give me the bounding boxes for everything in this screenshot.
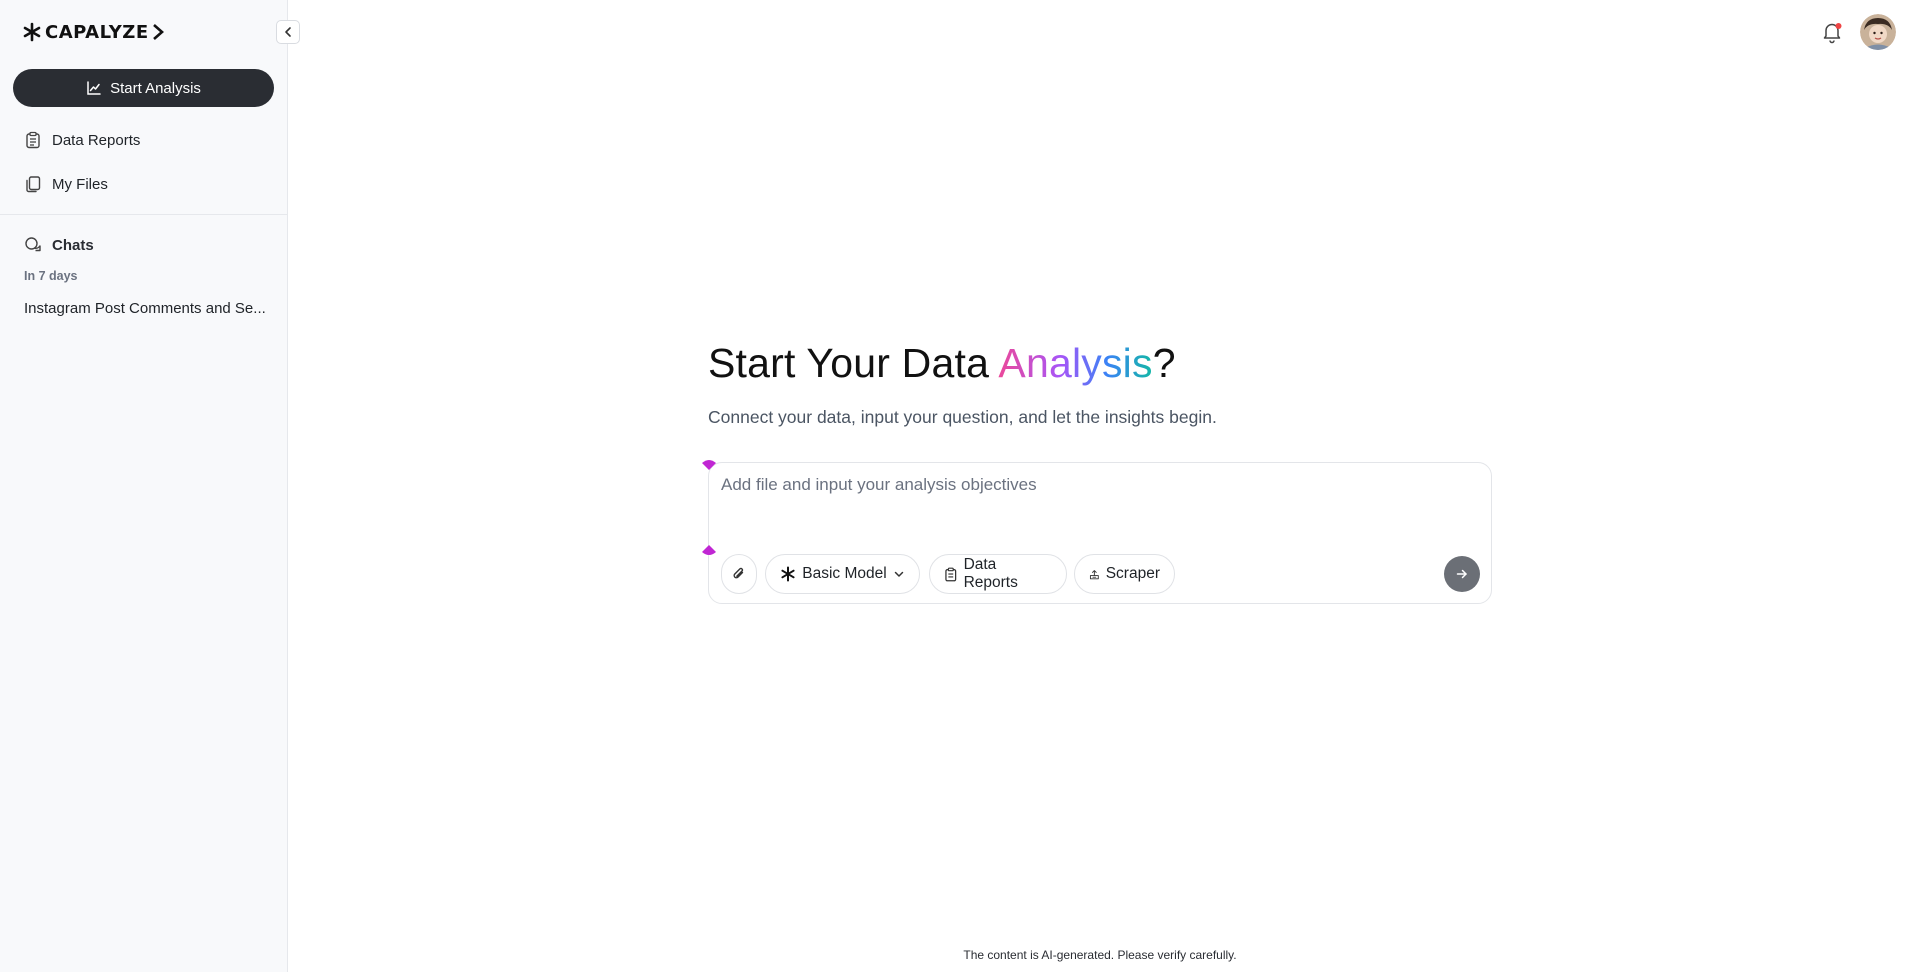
user-avatar-icon (1860, 14, 1896, 50)
avatar[interactable] (1860, 14, 1896, 50)
marker-bottom-icon (702, 545, 716, 555)
data-reports-tool-button[interactable]: Data Reports (929, 554, 1067, 594)
title-highlight: Analysis (998, 340, 1153, 386)
sidebar-item-label: My Files (52, 175, 108, 193)
sidebar-item-my-files[interactable]: My Files (24, 172, 108, 196)
chats-heading: Chats (24, 236, 94, 254)
asterisk-icon (781, 566, 795, 582)
marker-top-icon (702, 460, 716, 470)
notification-dot (1835, 23, 1842, 29)
chat-bubbles-icon (25, 237, 41, 252)
notifications-button[interactable] (1819, 19, 1845, 45)
page-title: Start Your Data Analysis? (708, 340, 1176, 387)
scraper-tool-label: Scraper (1105, 565, 1160, 582)
title-prefix: Start Your Data (708, 340, 999, 386)
arrow-right-icon (1456, 569, 1467, 579)
scraper-tool-button[interactable]: Scraper (1074, 554, 1175, 594)
scraper-icon (1089, 569, 1099, 579)
logo-arrow-icon (152, 24, 164, 40)
collapse-sidebar-button[interactable] (276, 20, 300, 44)
logo-text: CAPALYZE (45, 21, 149, 43)
sidebar-item-label: Data Reports (52, 131, 141, 149)
chevron-down-icon (894, 571, 903, 577)
logo[interactable]: CAPALYZE (22, 21, 164, 43)
sidebar-item-data-reports[interactable]: Data Reports (24, 128, 140, 152)
data-reports-tool-label: Data Reports (963, 556, 1018, 591)
files-icon (26, 176, 41, 193)
title-suffix: ? (1152, 340, 1176, 386)
attach-file-button[interactable] (721, 554, 757, 594)
chats-title: Chats (52, 236, 94, 254)
sidebar-divider (0, 214, 287, 215)
send-button[interactable] (1444, 556, 1480, 592)
clipboard-icon (945, 567, 957, 581)
clipboard-icon (26, 131, 40, 149)
start-analysis-button[interactable]: Start Analysis (13, 69, 274, 107)
page-subtitle: Connect your data, input your question, … (708, 407, 1217, 427)
logo-asterisk-icon (23, 22, 41, 42)
analysis-input-box: Basic Model Data Reports Scraper (702, 460, 1492, 604)
model-select-label: Basic Model (802, 565, 887, 582)
line-chart-icon (87, 81, 101, 95)
ai-disclaimer: The content is AI-generated. Please veri… (963, 948, 1237, 962)
chat-item[interactable]: Instagram Post Comments and Se... (24, 300, 269, 317)
paperclip-icon (733, 567, 744, 579)
start-analysis-label: Start Analysis (110, 79, 201, 97)
model-select[interactable]: Basic Model (765, 554, 920, 594)
hero-heading: Start Your Data Analysis? (708, 340, 1176, 387)
bell-icon (1823, 23, 1842, 44)
chevron-left-icon (285, 27, 291, 37)
sidebar: CAPALYZE Start Analysis Data Reports My … (0, 0, 300, 972)
analysis-objective-input[interactable] (721, 475, 1481, 535)
chat-group-label: In 7 days (24, 269, 78, 283)
